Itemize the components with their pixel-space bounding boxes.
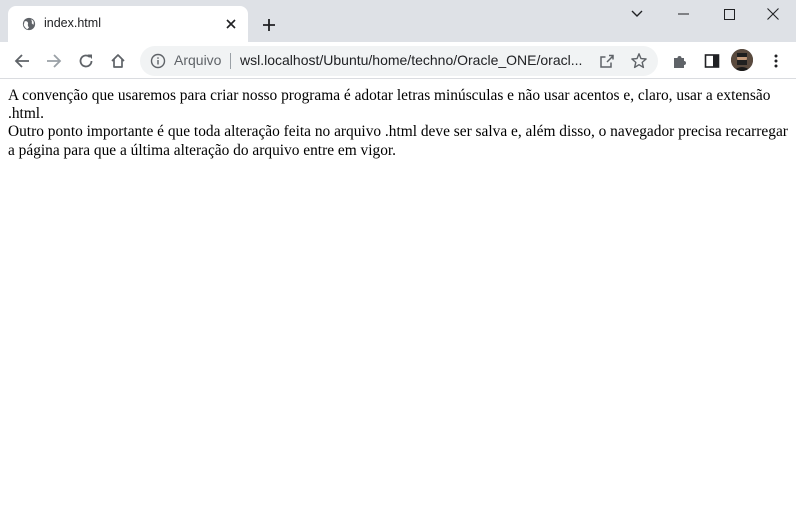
back-button[interactable] <box>8 47 36 75</box>
forward-button[interactable] <box>40 47 68 75</box>
home-icon <box>111 54 125 68</box>
tab-search-button[interactable] <box>614 0 660 28</box>
extensions-button[interactable] <box>666 47 694 75</box>
arrow-right-icon <box>47 54 62 68</box>
paragraph-1: A convenção que usaremos para criar noss… <box>8 87 771 123</box>
security-label: Arquivo <box>174 52 222 68</box>
home-button[interactable] <box>104 47 132 75</box>
profile-icon <box>731 49 753 71</box>
arrow-left-icon <box>14 54 29 68</box>
new-tab-button[interactable] <box>258 14 280 36</box>
menu-button[interactable] <box>762 47 790 75</box>
reload-button[interactable] <box>72 47 100 75</box>
maximize-button[interactable] <box>706 0 752 28</box>
url-text[interactable]: wsl.localhost/Ubuntu/home/techno/Oracle_… <box>240 52 590 68</box>
reload-icon <box>79 54 93 68</box>
minimize-button[interactable] <box>660 0 706 28</box>
close-window-button[interactable] <box>750 0 796 28</box>
more-vert-icon <box>774 54 778 68</box>
chevron-down-icon <box>631 10 643 17</box>
tab-title: index.html <box>44 16 101 30</box>
tab-index-html[interactable]: index.html <box>8 6 248 42</box>
globe-icon <box>22 17 36 31</box>
star-icon[interactable] <box>630 52 648 70</box>
side-panel-button[interactable] <box>698 47 726 75</box>
minimize-icon <box>677 13 689 15</box>
close-icon <box>226 19 236 29</box>
tab-strip: index.html <box>0 0 796 42</box>
browser-toolbar: Arquivo wsl.localhost/Ubuntu/home/techno… <box>0 42 796 79</box>
paragraph-2: Outro ponto importante é que toda altera… <box>8 123 788 159</box>
share-icon[interactable] <box>598 52 616 70</box>
separator <box>230 53 231 69</box>
tab-close-button[interactable] <box>222 15 240 33</box>
avatar[interactable] <box>731 49 753 71</box>
plus-icon <box>263 19 275 31</box>
close-icon <box>767 8 779 20</box>
address-bar[interactable]: Arquivo wsl.localhost/Ubuntu/home/techno… <box>140 46 658 76</box>
info-icon[interactable] <box>150 53 166 69</box>
page-content: A convenção que usaremos para criar noss… <box>0 79 796 160</box>
side-panel-icon <box>704 54 720 68</box>
puzzle-icon <box>674 56 686 68</box>
maximize-icon <box>723 8 735 20</box>
